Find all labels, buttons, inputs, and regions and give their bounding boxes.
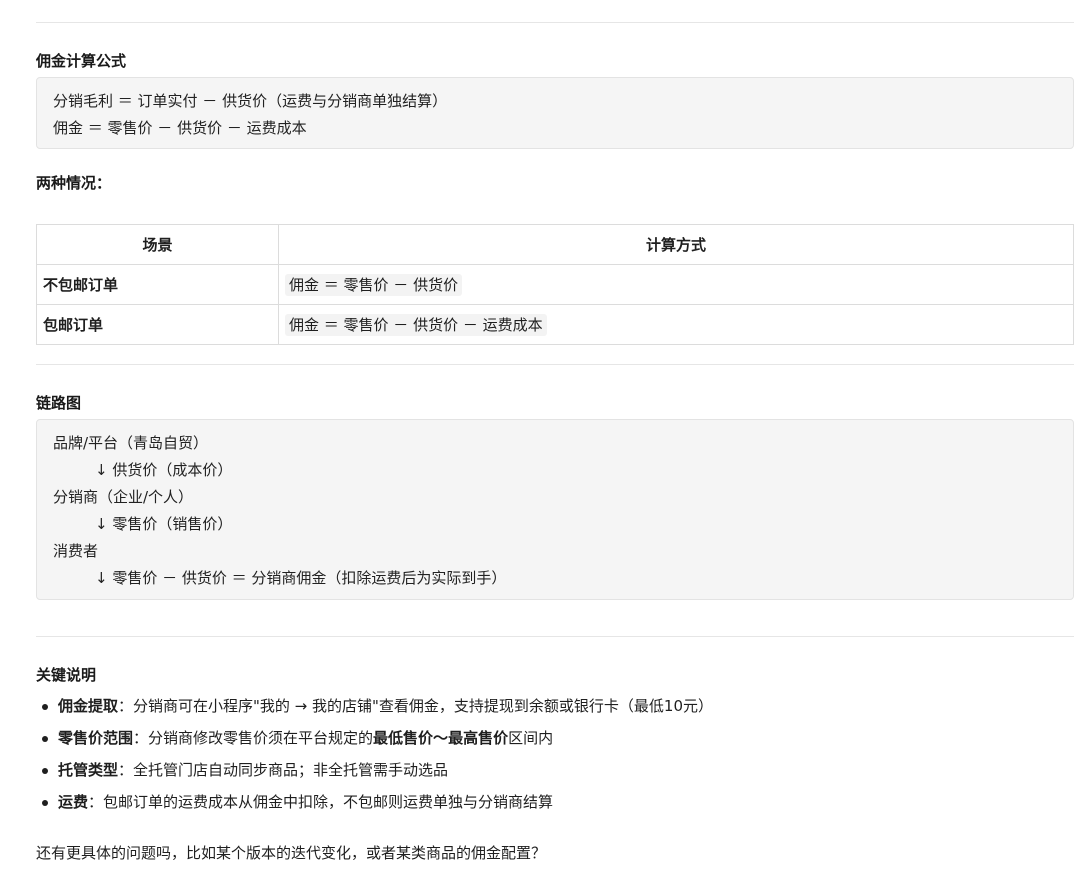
note-label: 运费 [58,793,89,811]
method-cell: 佣金 ＝ 零售价 － 供货价 － 运费成本 [278,304,1074,345]
chain-line: ↓ 零售价（销售价） [95,515,233,533]
cases-heading: 两种情况： [36,174,112,192]
table-row: 包邮订单 佣金 ＝ 零售价 － 供货价 － 运费成本 [36,304,1074,345]
note-text: ：包邮订单的运费成本从佣金中扣除，不包邮则运费单独与分销商结算 [88,793,554,811]
notes-heading: 关键说明 [36,666,97,684]
table-row: 不包邮订单 佣金 ＝ 零售价 － 供货价 [36,264,1074,305]
chain-heading: 链路图 [36,394,82,412]
note-label: 佣金提取 [58,697,119,715]
inline-code: 佣金 ＝ 零售价 － 供货价 [285,274,463,296]
formula-heading: 佣金计算公式 [36,52,127,70]
note-text-after: 区间内 [508,729,554,747]
cases-table: 场景 计算方式 不包邮订单 佣金 ＝ 零售价 － 供货价 包邮订单 佣金 ＝ 零… [36,224,1074,345]
formula-code-block: 分销毛利 ＝ 订单实付 － 供货价（运费与分销商单独结算） 佣金 ＝ 零售价 －… [36,77,1074,149]
chain-line: 消费者 [53,542,99,560]
note-label: 零售价范围 [58,729,134,747]
scene-cell: 不包邮订单 [36,264,279,305]
list-item: 零售价范围：分销商修改零售价须在平台规定的最低售价～最高售价区间内 [40,722,713,754]
table-header-row: 场景 计算方式 [36,224,1074,265]
scene-cell: 包邮订单 [36,304,279,345]
list-item: 运费：包邮订单的运费成本从佣金中扣除，不包邮则运费单独与分销商结算 [40,786,713,818]
note-text: ：分销商修改零售价须在平台规定的 [133,729,374,747]
chain-line: 品牌/平台（青岛自贸） [53,434,209,452]
chain-line: 分销商（企业/个人） [53,488,194,506]
chain-line: ↓ 供货价（成本价） [95,461,233,479]
section-divider [36,364,1074,365]
list-item: 托管类型：全托管门店自动同步商品；非全托管需手动选品 [40,754,713,786]
closing-question: 还有更具体的问题吗，比如某个版本的迭代变化，或者某类商品的佣金配置？ [36,844,547,862]
top-divider [36,22,1074,23]
formula-line-1: 分销毛利 ＝ 订单实付 － 供货价（运费与分销商单独结算） [53,92,448,110]
note-bold-min: 最低售价 [373,729,434,747]
column-header-method: 计算方式 [278,224,1074,265]
section-divider [36,636,1074,637]
list-item: 佣金提取：分销商可在小程序"我的 → 我的店铺"查看佣金，支持提现到余额或银行卡… [40,690,713,722]
note-text: ：全托管门店自动同步商品；非全托管需手动选品 [118,761,449,779]
inline-code: 佣金 ＝ 零售价 － 供货价 － 运费成本 [285,314,547,336]
note-bold-max: 最高售价 [448,729,509,747]
note-label: 托管类型 [58,761,119,779]
chain-line: ↓ 零售价 － 供货价 ＝ 分销商佣金（扣除运费后为实际到手） [95,569,507,587]
note-tilde: ～ [433,729,449,747]
chain-code-block: 品牌/平台（青岛自贸） ↓ 供货价（成本价） 分销商（企业/个人） ↓ 零售价（… [36,419,1074,600]
method-cell: 佣金 ＝ 零售价 － 供货价 [278,264,1074,305]
note-text: ：分销商可在小程序"我的 → 我的店铺"查看佣金，支持提现到余额或银行卡（最低1… [118,697,714,715]
formula-line-2: 佣金 ＝ 零售价 － 供货价 － 运费成本 [53,119,307,137]
column-header-scene: 场景 [36,224,279,265]
notes-list: 佣金提取：分销商可在小程序"我的 → 我的店铺"查看佣金，支持提现到余额或银行卡… [40,690,713,818]
